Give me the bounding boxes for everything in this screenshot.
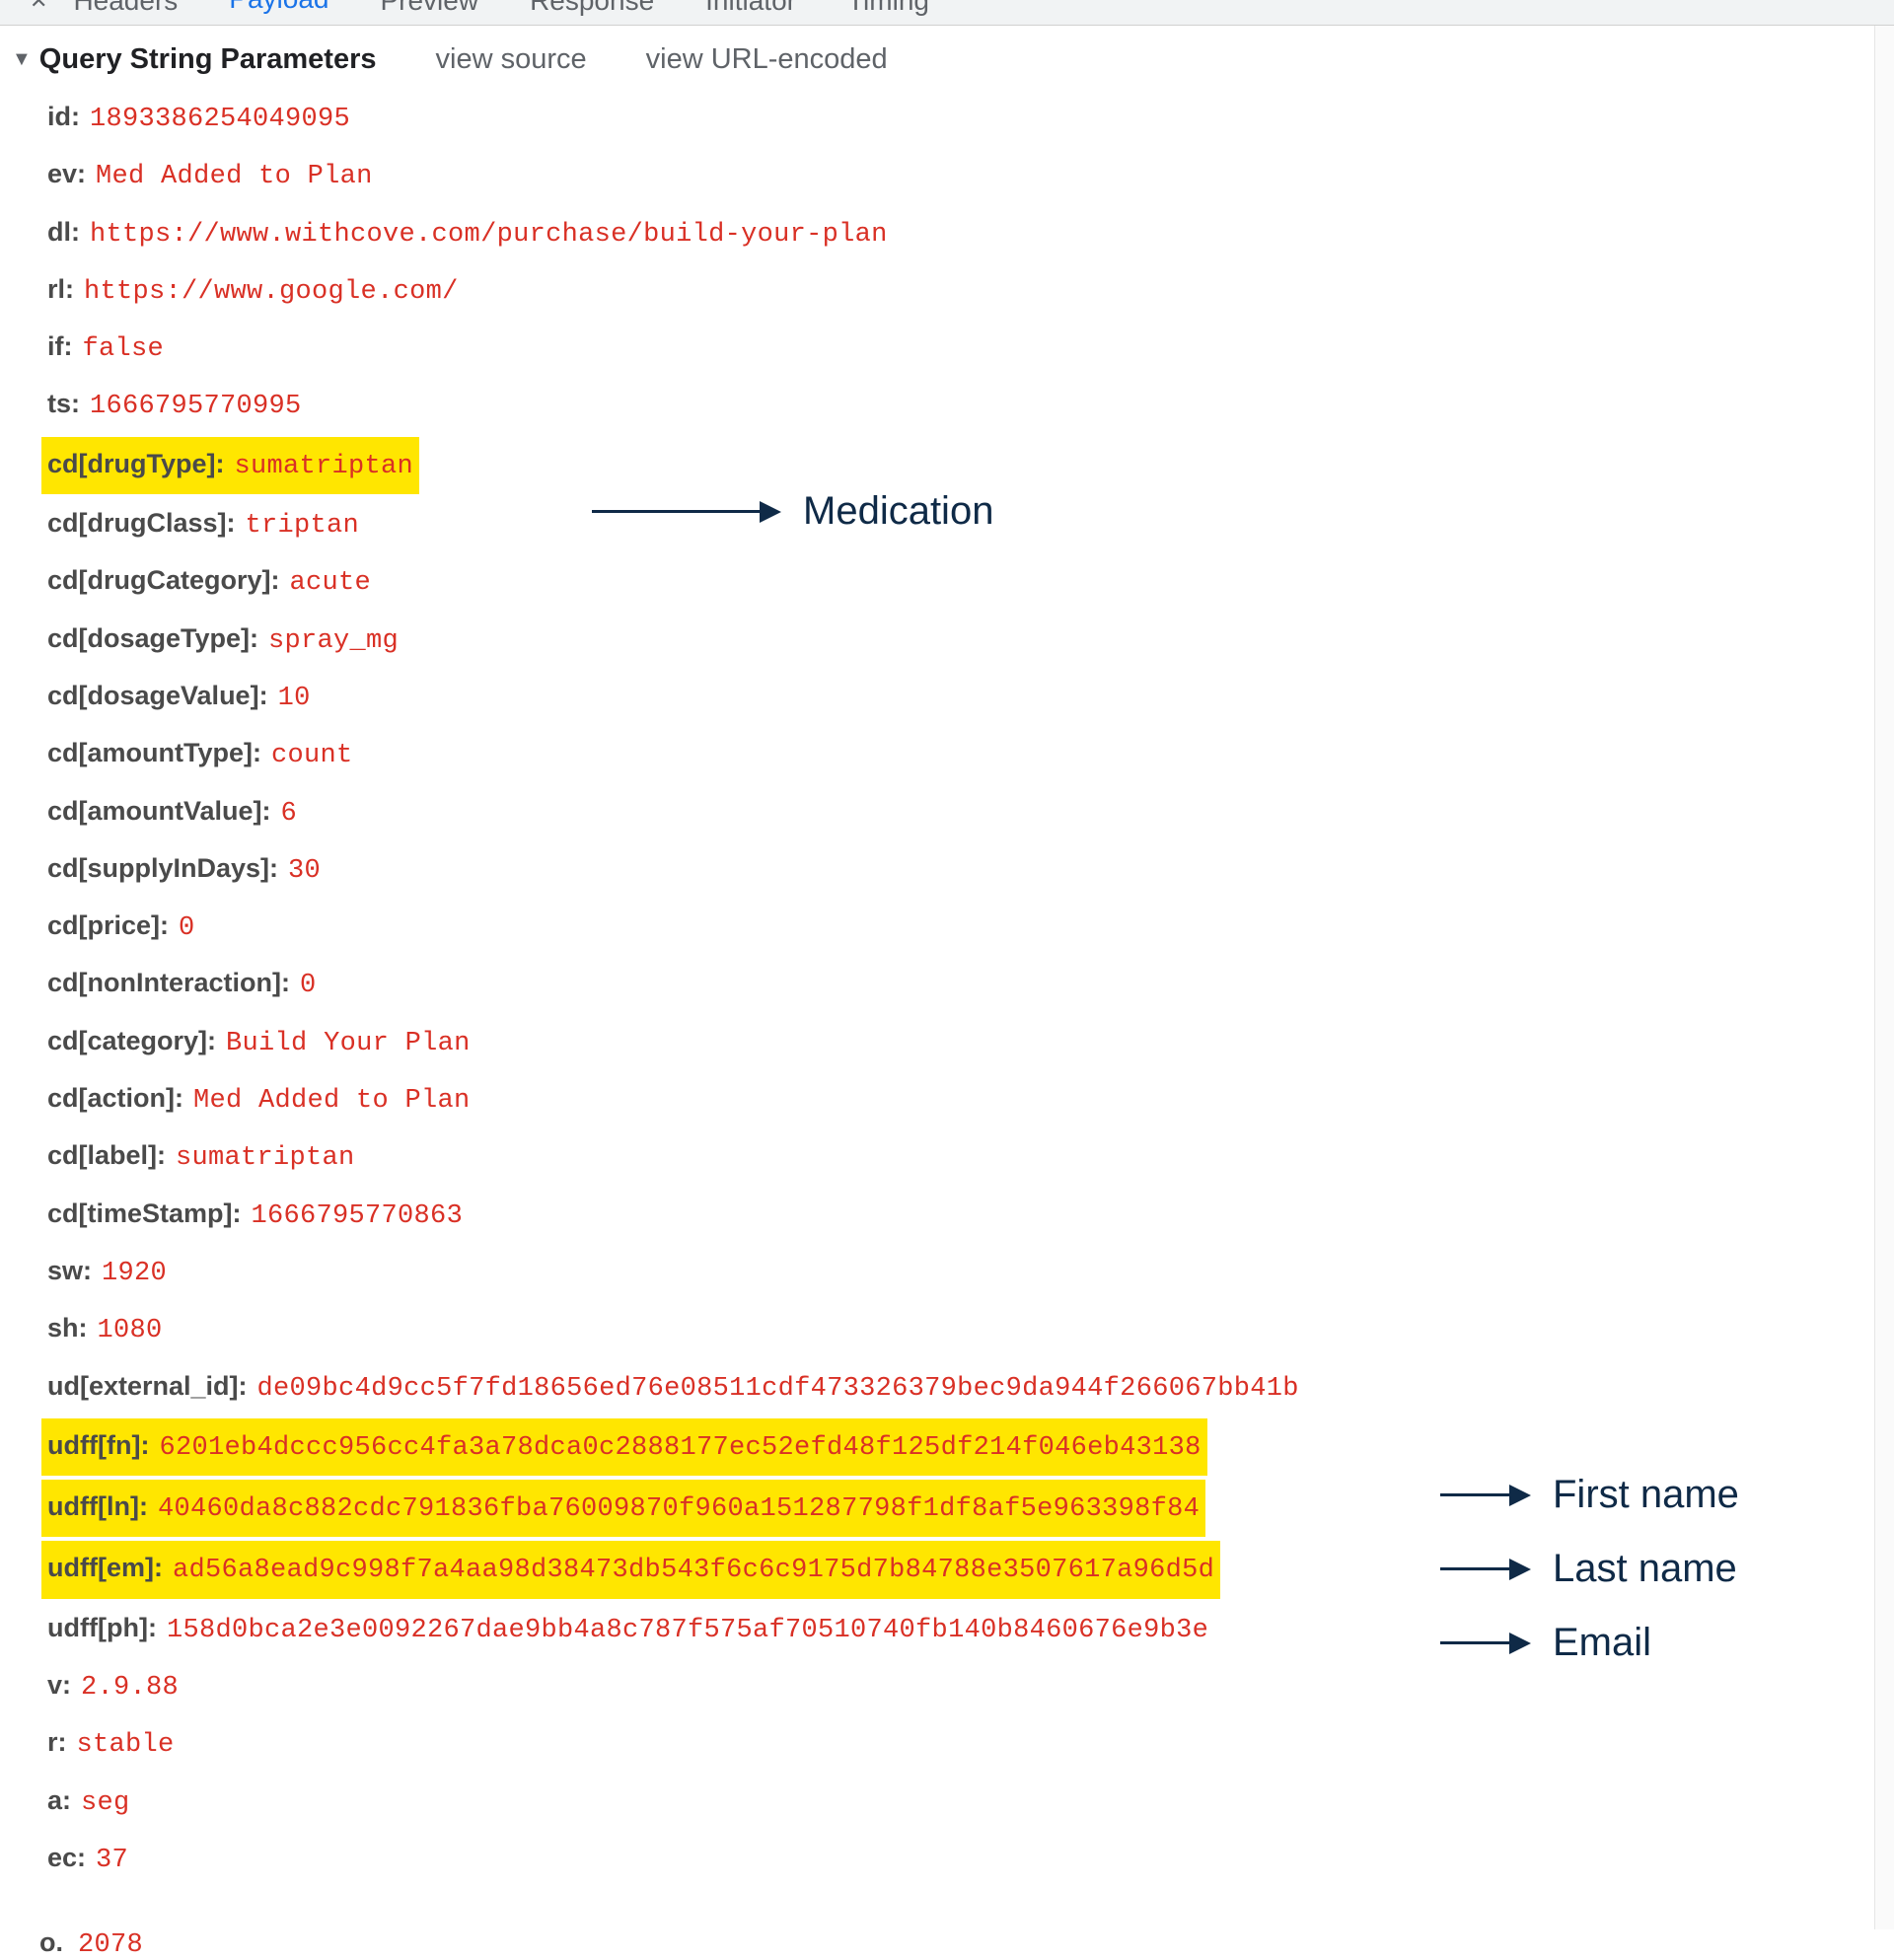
section-header: ▼ Query String Parameters view source vi… [8, 43, 1886, 76]
param-row: cd[amountValue]:6 [47, 786, 1886, 839]
tab-headers[interactable]: Headers [67, 0, 183, 17]
param-row-highlight: udff[fn]:6201eb4dccc956cc4fa3a78dca0c288… [47, 1418, 1886, 1476]
param-row: cd[drugCategory]:acute [47, 555, 1886, 609]
param-row: cd[category]:Build Your Plan [47, 1016, 1886, 1069]
payload-body: ▼ Query String Parameters view source vi… [0, 26, 1894, 1929]
param-row: rl:https://www.google.com/ [47, 264, 1886, 318]
tab-preview[interactable]: Preview [374, 0, 484, 17]
param-row: sw:1920 [47, 1246, 1886, 1299]
param-row: ec:37 [47, 1833, 1886, 1886]
arrow-right-icon [1440, 1485, 1531, 1506]
param-row: cd[dosageValue]:10 [47, 671, 1886, 724]
view-source-link[interactable]: view source [436, 43, 587, 76]
param-row: if:false [47, 322, 1886, 375]
param-row: a:seg [47, 1776, 1886, 1829]
tab-response[interactable]: Response [524, 0, 660, 17]
annotation-label: First name [1553, 1473, 1739, 1517]
param-row-highlight: cd[drugType]:sumatriptan [47, 437, 1886, 494]
disclosure-triangle-icon[interactable]: ▼ [12, 48, 32, 71]
annotation-medication: Medication [592, 489, 993, 534]
close-panel-icon[interactable]: ✕ [30, 0, 47, 14]
param-row: dl:https://www.withcove.com/purchase/bui… [47, 207, 1886, 260]
param-row: id:1893386254049095 [47, 92, 1886, 145]
annotation-label: Email [1553, 1621, 1651, 1665]
param-row: cd[label]:sumatriptan [47, 1130, 1886, 1184]
arrow-right-icon [1440, 1633, 1531, 1654]
param-row: cd[action]:Med Added to Plan [47, 1073, 1886, 1126]
annotation-label: Last name [1553, 1547, 1737, 1591]
param-row: cd[nonInteraction]:0 [47, 958, 1886, 1011]
highlight: cd[drugType]:sumatriptan [41, 437, 419, 494]
arrow-right-icon [1440, 1559, 1531, 1580]
arrow-right-icon [592, 501, 781, 523]
section-title: Query String Parameters [39, 43, 377, 76]
query-params-list: id:1893386254049095 ev:Med Added to Plan… [8, 92, 1886, 1886]
param-row: cd[dosageType]:spray_mg [47, 614, 1886, 667]
annotation-label: Medication [803, 489, 993, 534]
param-row: sh:1080 [47, 1303, 1886, 1356]
param-row: r:stable [47, 1717, 1886, 1771]
highlight: udff[fn]:6201eb4dccc956cc4fa3a78dca0c288… [41, 1418, 1207, 1476]
annotation-last-name: Last name [1440, 1547, 1737, 1591]
annotation-first-name: First name [1440, 1473, 1739, 1517]
tab-initiator[interactable]: Initiator [699, 0, 802, 17]
highlight: udff[em]:ad56a8ead9c998f7a4aa98d38473db5… [41, 1541, 1220, 1598]
param-row: ts:1666795770995 [47, 379, 1886, 432]
view-url-encoded-link[interactable]: view URL-encoded [646, 43, 888, 76]
tab-timing[interactable]: Timing [841, 0, 935, 17]
param-row: cd[price]:0 [47, 901, 1886, 954]
param-row: cd[amountType]:count [47, 728, 1886, 781]
param-row: cd[timeStamp]:1666795770863 [47, 1189, 1886, 1242]
annotation-email: Email [1440, 1621, 1651, 1665]
param-row: ud[external_id]:de09bc4d9cc5f7fd18656ed7… [47, 1361, 1886, 1415]
devtools-tabs: ✕ Headers Payload Preview Response Initi… [0, 0, 1894, 26]
param-row: cd[supplyInDays]:30 [47, 843, 1886, 897]
tab-payload[interactable]: Payload [223, 0, 334, 26]
param-row-cutoff: o. 2078 [0, 1929, 1894, 1959]
param-row: ev:Med Added to Plan [47, 149, 1886, 202]
highlight: udff[ln]:40460da8c882cdc791836fba7600987… [41, 1480, 1205, 1537]
scrollbar-gutter[interactable] [1874, 26, 1894, 1929]
param-row: v:2.9.88 [47, 1660, 1886, 1713]
